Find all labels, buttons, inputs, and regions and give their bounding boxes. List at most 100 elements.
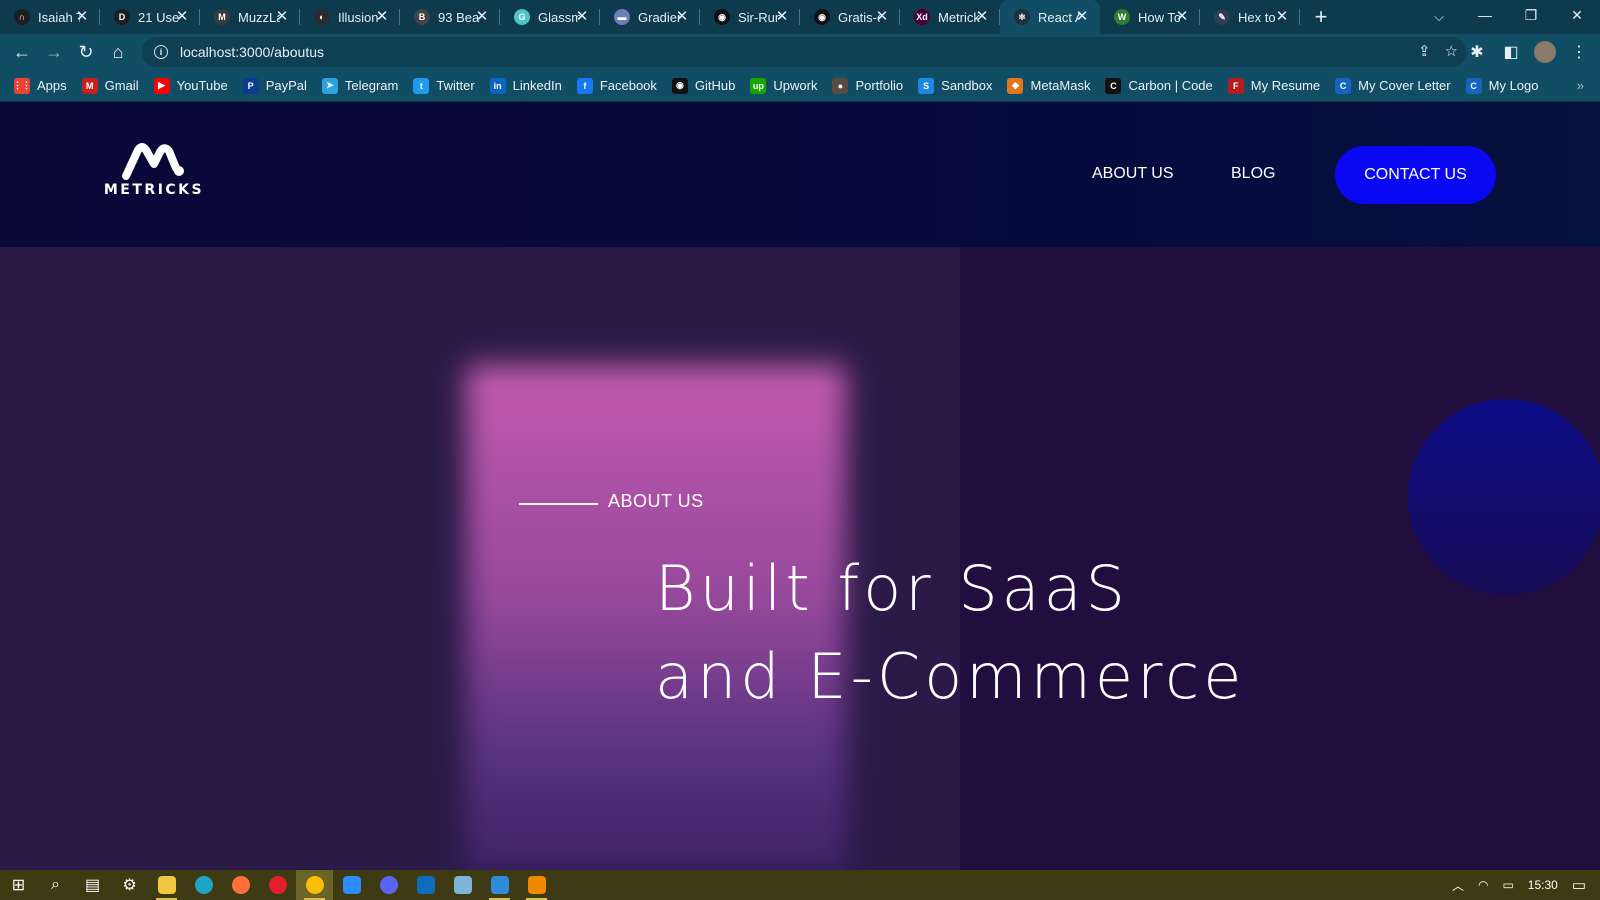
tab-close-icon[interactable]: ✕	[474, 9, 490, 25]
firefox-icon[interactable]	[222, 870, 259, 900]
tab-close-icon[interactable]: ✕	[1274, 9, 1290, 25]
bookmark-item[interactable]: f Facebook	[576, 77, 657, 94]
bookmark-favicon-icon: C	[1335, 77, 1352, 94]
bookmark-star-icon[interactable]: ☆	[1445, 42, 1458, 60]
new-tab-button[interactable]: +	[1300, 0, 1342, 34]
bookmark-item[interactable]: C My Logo	[1465, 77, 1539, 94]
file-explorer-icon[interactable]	[148, 870, 185, 900]
nav-about-us[interactable]: ABOUT US	[1092, 165, 1174, 183]
tab-favicon-icon: G	[514, 9, 530, 25]
bookmark-item[interactable]: F My Resume	[1227, 77, 1321, 94]
bookmark-item[interactable]: ◉ GitHub	[671, 77, 735, 94]
bookmark-label: My Resume	[1250, 78, 1321, 93]
browser-tab[interactable]: ∩ Isaiah T ✕	[0, 0, 100, 34]
window-controls: — ❐ ✕	[1462, 0, 1600, 34]
bookmarks-overflow-icon[interactable]: »	[1577, 78, 1584, 93]
tab-close-icon[interactable]: ✕	[574, 9, 590, 25]
vscode-icon[interactable]	[481, 870, 518, 900]
profile-avatar[interactable]	[1534, 41, 1556, 63]
bookmark-favicon-icon: t	[413, 77, 430, 94]
restore-icon[interactable]: ❐	[1508, 0, 1554, 30]
share-icon[interactable]: ⇪	[1418, 42, 1431, 60]
browser-tab[interactable]: ⚛ React A ✕	[1000, 0, 1100, 34]
bookmark-favicon-icon: S	[918, 77, 935, 94]
bookmark-item[interactable]: ● Portfolio	[832, 77, 903, 94]
nav-blog[interactable]: BLOG	[1231, 165, 1275, 183]
clock[interactable]: 15:30	[1528, 878, 1558, 892]
browser-tab[interactable]: ◉ Sir-Run ✕	[700, 0, 800, 34]
tab-close-icon[interactable]: ✕	[974, 9, 990, 25]
bookmark-favicon-icon: ◉	[671, 77, 688, 94]
tab-close-icon[interactable]: ✕	[74, 9, 90, 25]
bookmark-item[interactable]: ▶ YouTube	[153, 77, 228, 94]
bookmark-item[interactable]: ⋮⋮ Apps	[13, 77, 67, 94]
tab-close-icon[interactable]: ✕	[774, 9, 790, 25]
url-text[interactable]: localhost:3000/aboutus	[180, 44, 324, 60]
browser-tab[interactable]: ▬ Gradien ✕	[600, 0, 700, 34]
browser-tab[interactable]: W How To ✕	[1100, 0, 1200, 34]
opera-icon[interactable]	[259, 870, 296, 900]
bookmark-item[interactable]: ➤ Telegram	[321, 77, 398, 94]
bookmark-item[interactable]: P PayPal	[242, 77, 307, 94]
tab-strip: ∩ Isaiah T ✕ D 21 Usef ✕ M MuzzLa ✕ ◐ Illusion ✕ B 93…	[0, 0, 1600, 34]
settings-icon[interactable]: ⚙	[111, 870, 148, 900]
windows-start-icon[interactable]: ⊞	[0, 870, 37, 900]
mail-icon[interactable]	[407, 870, 444, 900]
battery-icon[interactable]: ▭	[1502, 878, 1513, 892]
show-hidden-icons-icon[interactable]: ︿	[1452, 877, 1464, 894]
address-bar[interactable]: i localhost:3000/aboutus ⇪ ☆	[142, 37, 1466, 67]
extensions-icon[interactable]: ✱	[1466, 36, 1488, 68]
edge-icon[interactable]	[185, 870, 222, 900]
site-info-icon[interactable]: i	[154, 45, 168, 59]
zoom-icon[interactable]	[333, 870, 370, 900]
tab-close-icon[interactable]: ✕	[874, 9, 890, 25]
browser-tab[interactable]: G Glassm ✕	[500, 0, 600, 34]
bookmark-item[interactable]: ◆ MetaMask	[1007, 77, 1090, 94]
chrome-icon[interactable]	[296, 870, 333, 900]
browser-tab[interactable]: ◐ Illusion ✕	[300, 0, 400, 34]
browser-tab[interactable]: D 21 Usef ✕	[100, 0, 200, 34]
tab-close-icon[interactable]: ✕	[1074, 9, 1090, 25]
tab-close-icon[interactable]: ✕	[274, 9, 290, 25]
bookmark-item[interactable]: up Upwork	[750, 77, 818, 94]
minimize-icon[interactable]: —	[1462, 0, 1508, 30]
browser-tab[interactable]: Xd Metrick ✕	[900, 0, 1000, 34]
tab-close-icon[interactable]: ✕	[1174, 9, 1190, 25]
discord-icon[interactable]	[370, 870, 407, 900]
bookmark-item[interactable]: in LinkedIn	[489, 77, 562, 94]
browser-tab[interactable]: ✎ Hex to ✕	[1200, 0, 1300, 34]
bookmarks-bar: ⋮⋮ Apps M Gmail ▶ YouTube P PayPal ➤ Telegram t Twi…	[0, 70, 1600, 102]
search-icon[interactable]: ⌕	[37, 870, 74, 900]
tab-close-icon[interactable]: ✕	[374, 9, 390, 25]
wifi-icon[interactable]: ◠	[1478, 878, 1488, 892]
bookmark-item[interactable]: C My Cover Letter	[1335, 77, 1451, 94]
bookmark-item[interactable]: M Gmail	[81, 77, 139, 94]
forward-icon[interactable]: →	[38, 36, 70, 68]
browser-menu-icon[interactable]: ⋮	[1568, 36, 1590, 68]
reload-icon[interactable]: ↻	[70, 36, 102, 68]
tab-close-icon[interactable]: ✕	[674, 9, 690, 25]
bookmark-favicon-icon: in	[489, 77, 506, 94]
contact-us-button[interactable]: CONTACT US	[1335, 146, 1496, 204]
task-view-icon[interactable]: ▤	[74, 870, 111, 900]
browser-tab[interactable]: M MuzzLa ✕	[200, 0, 300, 34]
close-window-icon[interactable]: ✕	[1554, 0, 1600, 30]
bookmark-favicon-icon: ▶	[153, 77, 170, 94]
bookmark-item[interactable]: t Twitter	[413, 77, 475, 94]
browser-tab[interactable]: ◉ Gratis-c ✕	[800, 0, 900, 34]
notifications-icon[interactable]: ▭	[1572, 876, 1586, 894]
bookmark-item[interactable]: S Sandbox	[918, 77, 992, 94]
notepad-icon[interactable]	[444, 870, 481, 900]
bookmark-item[interactable]: C Carbon | Code	[1105, 77, 1213, 94]
home-icon[interactable]: ⌂	[102, 36, 134, 68]
back-icon[interactable]: ←	[6, 36, 38, 68]
side-panel-icon[interactable]: ◧	[1500, 36, 1522, 68]
browser-tab[interactable]: B93 Beau✕	[400, 0, 500, 34]
tab-close-icon[interactable]: ✕	[174, 9, 190, 25]
vlc-icon[interactable]	[518, 870, 555, 900]
bookmark-label: Upwork	[773, 78, 818, 93]
hero-headline: Built for SaaS and E-Commerce	[655, 545, 1245, 721]
tab-search-icon[interactable]: ⌵	[1424, 3, 1454, 31]
bookmark-label: Gmail	[104, 78, 139, 93]
bookmark-label: LinkedIn	[512, 78, 562, 93]
